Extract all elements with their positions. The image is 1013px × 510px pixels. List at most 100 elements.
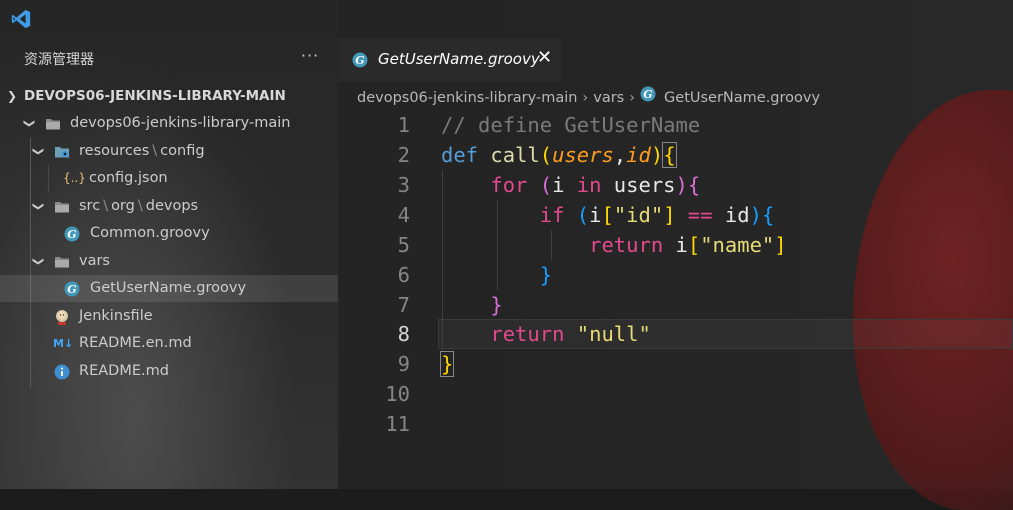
explorer-title: 资源管理器 <box>24 52 94 68</box>
code-line: // define GetUserName <box>441 110 700 140</box>
code-line: } <box>441 290 503 320</box>
explorer-sidebar: 资源管理器 ··· ❯ DEVOPS06-JENKINS-LIBRARY-MAI… <box>0 0 338 489</box>
tree-item-resources-config[interactable]: ❯ resources \ config <box>0 138 338 165</box>
code-token: { <box>761 203 775 227</box>
path-separator: \ <box>152 143 158 159</box>
code-editor[interactable]: 1 2 3 4 5 6 7 8 9 10 11 // define GetUse… <box>338 110 1013 489</box>
breadcrumb-item[interactable]: vars <box>593 88 624 108</box>
code-token: call <box>490 143 540 167</box>
tree-item-jenkinsfile[interactable]: Jenkinsfile <box>0 303 338 330</box>
line-number: 3 <box>397 173 410 197</box>
code-token: ( <box>539 143 553 167</box>
code-token: return <box>490 322 565 346</box>
groovy-icon: G <box>640 86 656 102</box>
code-token: "id" <box>613 203 664 227</box>
tree-item-getusername-groovy[interactable]: G GetUserName.groovy <box>0 275 338 302</box>
vscode-logo-icon <box>11 9 31 29</box>
tree-item-readme-md[interactable]: README.md <box>0 358 338 385</box>
tree-item-label: README.en.md <box>79 335 192 351</box>
code-line: return i["name"] <box>441 230 787 260</box>
tree-item-config-json[interactable]: {..} config.json <box>0 165 338 192</box>
breadcrumb-item[interactable]: GetUserName.groovy <box>664 88 820 108</box>
close-icon[interactable]: ✕ <box>537 47 552 68</box>
json-icon: {..} <box>63 171 86 185</box>
code-token: id <box>712 203 750 227</box>
line-number: 2 <box>397 143 410 167</box>
groovy-icon: G <box>64 226 80 242</box>
code-token: ] <box>774 233 787 257</box>
code-token: == <box>687 203 713 227</box>
tree-item-common-groovy[interactable]: G Common.groovy <box>0 220 338 247</box>
tab-getusername-groovy[interactable]: G GetUserName.groovy ✕ <box>338 38 562 82</box>
chevron-down-icon: ❯ <box>7 89 18 103</box>
code-token: ) <box>749 203 762 227</box>
tree-item-label: config <box>160 143 205 159</box>
code-token: "null" <box>576 322 651 346</box>
tree-item-label: vars <box>79 253 110 269</box>
code-line: if (i["id"] == id){ <box>441 200 775 230</box>
tree-item-label: config.json <box>89 170 168 186</box>
root-folder[interactable]: ❯ DEVOPS06-JENKINS-LIBRARY-MAIN <box>0 85 338 107</box>
code-token: ) <box>675 173 688 197</box>
line-number: 9 <box>397 352 410 376</box>
tree-item-label: Common.groovy <box>90 225 210 241</box>
code-token: , <box>613 143 627 167</box>
editor-tab-bar: G GetUserName.groovy ✕ <box>338 38 1013 82</box>
groovy-icon: G <box>352 52 368 68</box>
code-line: return "null" <box>441 319 651 349</box>
tree-item-vars[interactable]: ❯ vars <box>0 248 338 275</box>
code-token: { <box>662 142 677 168</box>
code-token: i <box>552 173 577 197</box>
folder-icon <box>55 202 69 213</box>
line-number: 4 <box>397 203 410 227</box>
tree-item-devops06-folder[interactable]: ❯ devops06-jenkins-library-main <box>0 110 338 137</box>
svg-text:G: G <box>355 54 364 67</box>
chevron-down-icon: ❯ <box>32 201 46 212</box>
folder-config-icon <box>55 147 69 158</box>
code-token: "name" <box>700 233 775 257</box>
code-token: return <box>589 233 664 257</box>
tree-item-readme-en-md[interactable]: M↓ README.en.md <box>0 330 338 357</box>
tree-item-src-org-devops[interactable]: ❯ src \ org \ devops <box>0 193 338 220</box>
line-number: 5 <box>397 233 410 257</box>
chevron-down-icon: ❯ <box>23 118 37 129</box>
code-token: users <box>552 143 614 167</box>
breadcrumb-item[interactable]: devops06-jenkins-library-main <box>357 88 577 108</box>
code-token: [ <box>687 233 701 257</box>
more-actions-button[interactable]: ··· <box>300 47 320 67</box>
code-token: for <box>490 173 528 197</box>
code-token: } <box>439 351 455 377</box>
code-token: id <box>626 143 651 167</box>
code-token: ] <box>663 203 676 227</box>
code-token: [ <box>601 203 614 227</box>
path-separator: \ <box>137 198 143 214</box>
tree-item-label: org <box>111 198 135 214</box>
root-folder-label: DEVOPS06-JENKINS-LIBRARY-MAIN <box>24 88 286 104</box>
code-token: def <box>441 143 479 167</box>
code-token: ) <box>650 143 664 167</box>
line-number: 11 <box>385 412 410 436</box>
svg-text:G: G <box>67 228 76 241</box>
code-line: } <box>441 260 552 290</box>
folder-icon <box>46 119 60 130</box>
code-token: if <box>539 203 565 227</box>
tree-item-label: devops <box>145 198 199 214</box>
code-line: for (i in users){ <box>441 170 700 200</box>
svg-text:G: G <box>67 283 76 296</box>
tree-item-label: resources <box>79 143 150 159</box>
markdown-icon: M↓ <box>53 337 74 350</box>
info-icon <box>54 364 70 380</box>
chevron-down-icon: ❯ <box>32 256 46 267</box>
code-token: } <box>490 293 503 317</box>
line-number: 8 <box>397 322 410 346</box>
